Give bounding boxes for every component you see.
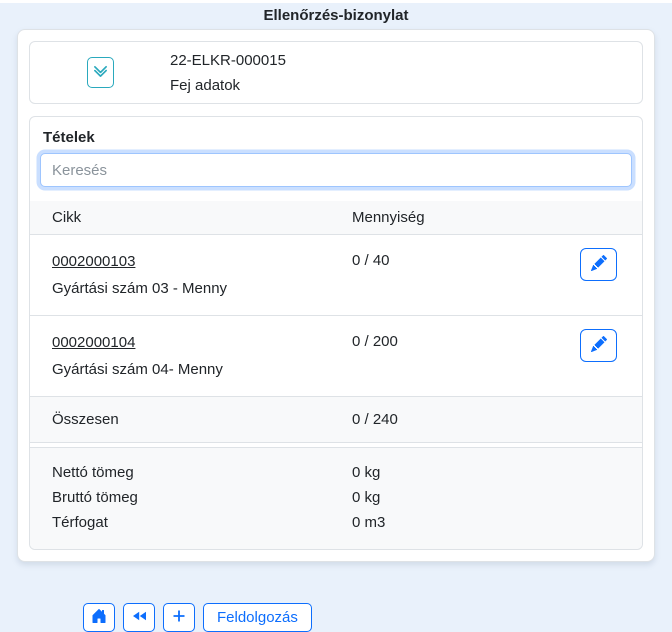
pencil-icon <box>591 255 607 274</box>
document-number: 22-ELKR-000015 <box>170 48 286 73</box>
summary-row: Bruttó tömeg 0 kg <box>30 485 642 510</box>
header-card: 22-ELKR-000015 Fej adatok <box>29 41 643 104</box>
footer-toolbar: Feldolgozás <box>83 603 672 632</box>
column-header-item: Cikk <box>30 209 352 226</box>
edit-item-button[interactable] <box>580 329 617 362</box>
summary-label: Térfogat <box>30 510 352 535</box>
items-card: Tételek Cikk Mennyiség 0002000103 Gyártá… <box>29 116 643 550</box>
plus-icon <box>171 608 187 628</box>
item-code-link[interactable]: 0002000103 <box>52 253 135 270</box>
item-description: Gyártási szám 04- Menny <box>52 356 352 383</box>
document-panel: 22-ELKR-000015 Fej adatok Tételek Cikk M… <box>17 29 655 562</box>
process-button[interactable]: Feldolgozás <box>203 603 312 632</box>
summary-value: 0 kg <box>352 460 642 485</box>
summary-label: Bruttó tömeg <box>30 485 352 510</box>
summary-value: 0 kg <box>352 485 642 510</box>
table-row: 0002000104 Gyártási szám 04- Menny 0 / 2… <box>30 315 642 396</box>
total-quantity: 0 / 240 <box>352 411 580 428</box>
fast-backward-icon <box>131 608 148 628</box>
header-text-block: 22-ELKR-000015 Fej adatok <box>170 48 286 98</box>
column-header-quantity: Mennyiség <box>352 209 580 226</box>
total-row: Összesen 0 / 240 <box>30 396 642 442</box>
item-quantity: 0 / 40 <box>352 248 580 271</box>
summary-section: Nettó tömeg 0 kg Bruttó tömeg 0 kg Térfo… <box>30 447 642 549</box>
total-label: Összesen <box>30 411 352 428</box>
items-section-title: Tételek <box>43 129 629 146</box>
table-header-row: Cikk Mennyiség <box>30 201 642 234</box>
back-button[interactable] <box>123 603 155 632</box>
expand-header-button[interactable] <box>87 57 114 88</box>
item-description: Gyártási szám 03 - Menny <box>52 275 352 302</box>
summary-value: 0 m3 <box>352 510 642 535</box>
add-button[interactable] <box>163 603 195 632</box>
home-icon <box>91 608 107 628</box>
summary-row: Térfogat 0 m3 <box>30 510 642 535</box>
summary-label: Nettó tömeg <box>30 460 352 485</box>
pencil-icon <box>591 336 607 355</box>
edit-item-button[interactable] <box>580 248 617 281</box>
items-table: Cikk Mennyiség 0002000103 Gyártási szám … <box>30 201 642 549</box>
table-row: 0002000103 Gyártási szám 03 - Menny 0 / … <box>30 234 642 315</box>
header-expand-column <box>30 57 170 88</box>
header-subtitle: Fej adatok <box>170 73 286 98</box>
summary-row: Nettó tömeg 0 kg <box>30 460 642 485</box>
search-input[interactable] <box>40 153 632 187</box>
home-button[interactable] <box>83 603 115 632</box>
item-quantity: 0 / 200 <box>352 329 580 352</box>
item-code-link[interactable]: 0002000104 <box>52 334 135 351</box>
page-title: Ellenőrzés-bizonylat <box>0 3 672 29</box>
chevrons-down-icon <box>93 63 108 83</box>
